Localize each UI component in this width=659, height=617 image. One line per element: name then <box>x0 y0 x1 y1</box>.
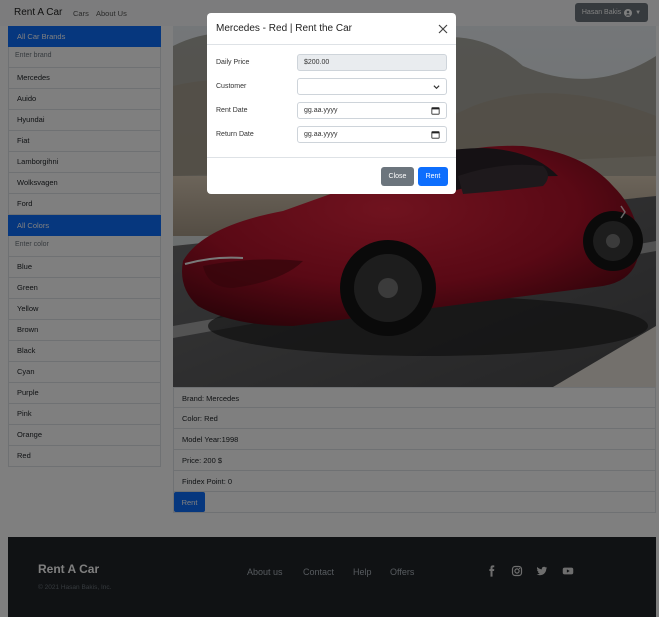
calendar-icon[interactable] <box>431 106 440 115</box>
return-date-input[interactable]: gg.aa.yyyy <box>297 126 447 143</box>
customer-label: Customer <box>216 83 247 90</box>
rent-date-label: Rent Date <box>216 107 248 114</box>
rent-date-placeholder: gg.aa.yyyy <box>304 107 338 114</box>
modal-close-button[interactable]: Close <box>381 167 414 186</box>
modal-footer-divider <box>207 157 456 158</box>
rent-modal: Mercedes - Red | Rent the Car Daily Pric… <box>207 13 456 194</box>
daily-price-label: Daily Price <box>216 59 250 66</box>
rent-date-input[interactable]: gg.aa.yyyy <box>297 102 447 119</box>
customer-select[interactable] <box>297 78 447 95</box>
chevron-down-icon <box>433 85 440 90</box>
modal-title: Mercedes - Red | Rent the Car <box>216 23 352 34</box>
close-icon[interactable] <box>438 24 448 34</box>
daily-price-field: $200.00 <box>297 54 447 71</box>
modal-header-divider <box>207 44 456 45</box>
modal-rent-button[interactable]: Rent <box>418 167 448 186</box>
calendar-icon[interactable] <box>431 130 440 139</box>
return-date-label: Return Date <box>216 131 254 138</box>
return-date-placeholder: gg.aa.yyyy <box>304 131 338 138</box>
